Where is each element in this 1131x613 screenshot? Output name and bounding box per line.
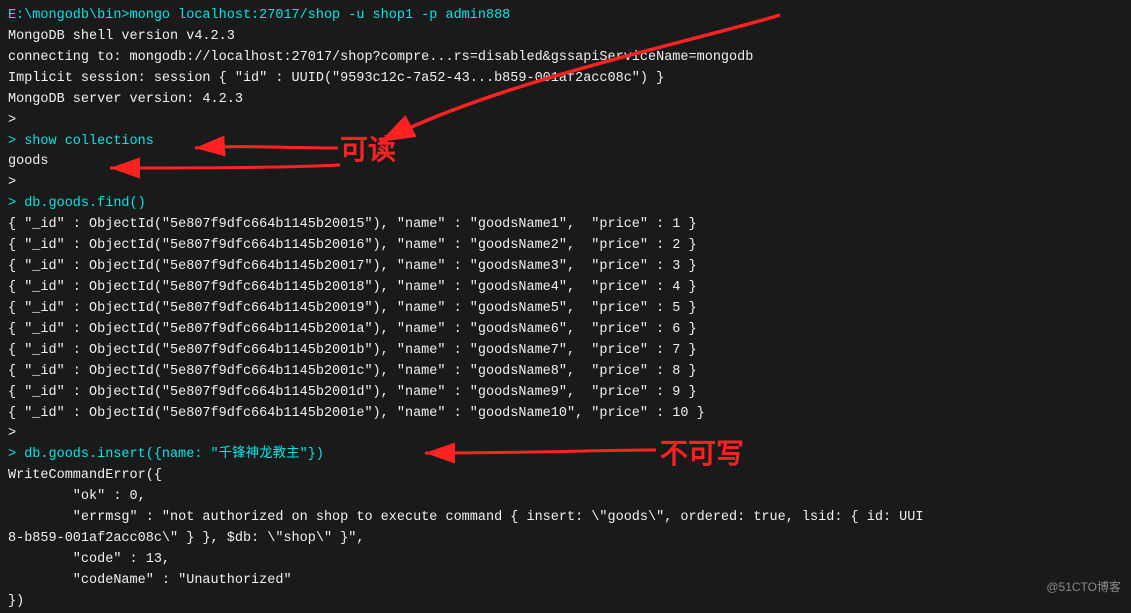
terminal-line: { "_id" : ObjectId("5e807f9dfc664b1145b2… [8, 236, 1123, 257]
terminal-line: connecting to: mongodb://localhost:27017… [8, 48, 1123, 69]
terminal-line: { "_id" : ObjectId("5e807f9dfc664b1145b2… [8, 404, 1123, 425]
terminal-line: { "_id" : ObjectId("5e807f9dfc664b1145b2… [8, 341, 1123, 362]
terminal-line: { "_id" : ObjectId("5e807f9dfc664b1145b2… [8, 383, 1123, 404]
terminal-line: { "_id" : ObjectId("5e807f9dfc664b1145b2… [8, 320, 1123, 341]
terminal-line: { "_id" : ObjectId("5e807f9dfc664b1145b2… [8, 299, 1123, 320]
kedu-label: 可读 [340, 128, 396, 168]
terminal-line: "errmsg" : "not authorized on shop to ex… [8, 508, 1123, 529]
terminal-line: > show collections [8, 132, 1123, 153]
terminal-line: > [8, 424, 1123, 445]
terminal-line: Implicit session: session { "id" : UUID(… [8, 69, 1123, 90]
terminal-line: MongoDB shell version v4.2.3 [8, 27, 1123, 48]
terminal: E:\mongodb\bin>mongo localhost:27017/sho… [0, 0, 1131, 601]
terminal-line: { "_id" : ObjectId("5e807f9dfc664b1145b2… [8, 257, 1123, 278]
terminal-line: goods [8, 152, 1123, 173]
terminal-line: 8-b859-001af2acc08c\" } }, $db: \"shop\"… [8, 529, 1123, 550]
terminal-line: WriteCommandError({ [8, 466, 1123, 487]
terminal-line: }) [8, 592, 1123, 613]
terminal-line: { "_id" : ObjectId("5e807f9dfc664b1145b2… [8, 215, 1123, 236]
bukexie-label: 不可写 [660, 432, 744, 472]
terminal-line: > db.goods.find() [8, 194, 1123, 215]
terminal-line: E:\mongodb\bin>mongo localhost:27017/sho… [8, 6, 1123, 27]
terminal-line: > db.goods.insert({name: "千锋神龙教主"}) [8, 445, 1123, 466]
terminal-line: "code" : 13, [8, 550, 1123, 571]
terminal-line: > [8, 173, 1123, 194]
terminal-line: { "_id" : ObjectId("5e807f9dfc664b1145b2… [8, 362, 1123, 383]
terminal-line: { "_id" : ObjectId("5e807f9dfc664b1145b2… [8, 278, 1123, 299]
terminal-line: "codeName" : "Unauthorized" [8, 571, 1123, 592]
watermark: @51CTO博客 [1046, 578, 1121, 595]
terminal-line: > [8, 111, 1123, 132]
terminal-line: "ok" : 0, [8, 487, 1123, 508]
terminal-line: MongoDB server version: 4.2.3 [8, 90, 1123, 111]
